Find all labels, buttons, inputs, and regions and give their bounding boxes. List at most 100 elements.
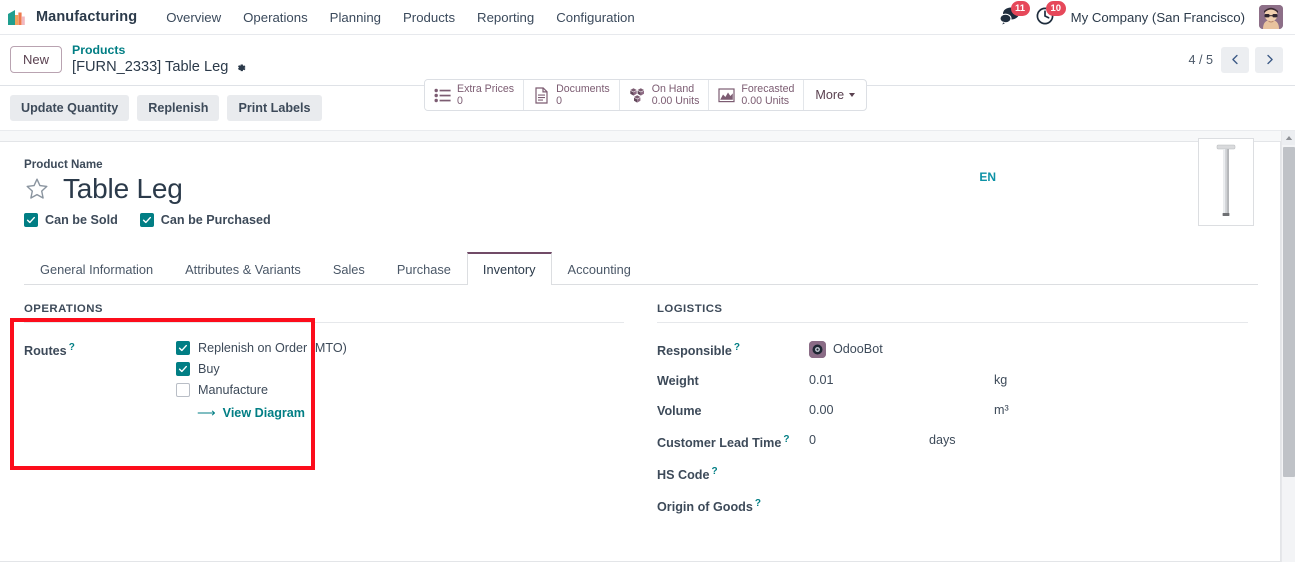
responsible-label: Responsible? (657, 341, 740, 358)
stat-button-forecasted[interactable]: Forecasted 0.00 Units (709, 80, 805, 110)
checkbox-checked-icon (24, 212, 38, 227)
stat-value-forecasted: 0.00 Units (741, 95, 790, 107)
manufacturing-bars-icon (8, 9, 28, 26)
help-tooltip-icon[interactable]: ? (711, 466, 717, 477)
tab-general-information[interactable]: General Information (24, 253, 169, 285)
breadcrumb-parent-products[interactable]: Products (72, 43, 247, 58)
control-panel: New Products [FURN_2333] Table Leg Extra… (0, 35, 1295, 111)
area-chart-icon (718, 87, 736, 104)
routes-label: Routes? (24, 341, 75, 358)
company-switcher[interactable]: My Company (San Francisco) (1071, 10, 1245, 25)
app-brand[interactable]: Manufacturing (8, 9, 137, 26)
menu-item-operations[interactable]: Operations (232, 5, 319, 30)
menu-item-configuration[interactable]: Configuration (545, 5, 645, 30)
stat-buttons-group: Extra Prices 0 Documents 0 On Hand 0.00 … (424, 79, 868, 111)
user-avatar[interactable] (1259, 5, 1283, 29)
operations-section-title: OPERATIONS (24, 303, 624, 323)
routes-field-row: Routes? Replenish on Order (MTO) Buy Man… (24, 340, 631, 420)
activities-button[interactable]: 10 (1035, 1, 1066, 28)
new-button[interactable]: New (10, 46, 63, 74)
breadcrumb-current-label: [FURN_2333] Table Leg (72, 59, 229, 76)
vertical-scrollbar[interactable] (1281, 130, 1295, 562)
volume-value[interactable]: 0.00 (809, 403, 994, 417)
list-icon (434, 87, 451, 104)
help-tooltip-icon[interactable]: ? (755, 498, 761, 509)
routes-options: Replenish on Order (MTO) Buy Manufacture (176, 340, 347, 420)
app-name: Manufacturing (36, 9, 138, 25)
help-tooltip-icon[interactable]: ? (734, 342, 740, 353)
help-tooltip-icon[interactable]: ? (69, 342, 75, 353)
logistics-section-title: LOGISTICS (657, 303, 1248, 323)
pager-previous-button[interactable] (1221, 46, 1249, 73)
stat-label-documents: Documents (556, 82, 610, 95)
help-tooltip-icon[interactable]: ? (783, 434, 789, 445)
menu-item-overview[interactable]: Overview (155, 5, 232, 30)
customer-lead-time-value[interactable]: 0 (809, 433, 929, 447)
product-form-sheet: Product Name Table Leg Can be Sold Can b… (0, 137, 1281, 562)
route-checkbox-mto[interactable]: Replenish on Order (MTO) (176, 340, 347, 355)
update-quantity-button[interactable]: Update Quantity (10, 94, 130, 121)
arrow-right-icon: ⟶ (197, 405, 216, 421)
weight-value[interactable]: 0.01 (809, 373, 994, 387)
replenish-button[interactable]: Replenish (137, 94, 220, 121)
weight-label: Weight (657, 373, 699, 388)
inventory-tab-content: OPERATIONS Routes? Replenish on Order (M… (24, 285, 1258, 530)
menu-item-reporting[interactable]: Reporting (466, 5, 545, 30)
checkbox-checked-icon (176, 361, 190, 376)
can-be-sold-checkbox[interactable]: Can be Sold (24, 212, 118, 227)
star-outline-icon[interactable] (24, 176, 50, 202)
scroll-up-button[interactable] (1282, 130, 1295, 145)
breadcrumb: Products [FURN_2333] Table Leg (72, 43, 247, 77)
route-checkbox-buy[interactable]: Buy (176, 361, 347, 376)
stat-button-extra-prices[interactable]: Extra Prices 0 (425, 80, 525, 110)
checkbox-unchecked-icon (176, 382, 190, 397)
stat-button-documents[interactable]: Documents 0 (524, 80, 620, 110)
weight-field-row: Weight 0.01 kg (657, 373, 1248, 388)
navbar-right: 11 10 My Company (San Francisco) (999, 1, 1285, 29)
chevron-down-icon (849, 93, 856, 97)
volume-field-row: Volume 0.00 m³ (657, 403, 1248, 418)
product-image[interactable] (1198, 137, 1254, 226)
hs-code-field-row: HS Code? (657, 465, 1248, 482)
checkbox-checked-icon (176, 340, 190, 355)
menu-item-planning[interactable]: Planning (319, 5, 392, 30)
print-labels-button[interactable]: Print Labels (227, 94, 322, 121)
origin-of-goods-field-row: Origin of Goods? (657, 497, 1248, 514)
tab-purchase[interactable]: Purchase (381, 253, 467, 285)
can-be-purchased-checkbox[interactable]: Can be Purchased (139, 212, 271, 227)
stat-label-forecasted: Forecasted (741, 82, 795, 95)
messages-button[interactable]: 11 (999, 1, 1030, 28)
activities-badge: 10 (1046, 1, 1066, 16)
pager-next-button[interactable] (1255, 46, 1283, 73)
gear-icon[interactable] (235, 61, 247, 73)
checkbox-checked-icon (139, 212, 154, 227)
form-notebook-tabs: General Information Attributes & Variant… (24, 251, 1258, 285)
customer-lead-time-label: Customer Lead Time? (657, 433, 790, 450)
language-badge[interactable]: EN (979, 170, 996, 184)
scrollbar-thumb[interactable] (1283, 146, 1295, 477)
tab-inventory[interactable]: Inventory (466, 251, 552, 285)
product-flags-row: Can be Sold Can be Purchased (24, 212, 1258, 227)
tab-accounting[interactable]: Accounting (552, 253, 647, 285)
route-checkbox-manufacture[interactable]: Manufacture (176, 382, 347, 397)
responsible-value[interactable]: OdooBot (809, 340, 883, 358)
view-diagram-link[interactable]: ⟶ View Diagram (197, 406, 347, 420)
customer-lead-time-field-row: Customer Lead Time? 0 days (657, 433, 1248, 450)
can-be-sold-label: Can be Sold (45, 212, 118, 227)
breadcrumb-current: [FURN_2333] Table Leg (72, 58, 247, 76)
product-name-label: Product Name (24, 157, 103, 171)
stat-button-on-hand[interactable]: On Hand 0.00 Units (619, 80, 710, 110)
odoobot-avatar (809, 340, 826, 358)
can-be-purchased-label: Can be Purchased (160, 212, 271, 227)
route-label-mto: Replenish on Order (MTO) (198, 340, 347, 355)
stat-label-extra-prices: Extra Prices (457, 82, 515, 95)
menu-item-products[interactable]: Products (392, 5, 466, 30)
tab-attributes-variants[interactable]: Attributes & Variants (169, 253, 317, 285)
tab-sales[interactable]: Sales (317, 253, 381, 285)
logistics-section: LOGISTICS Responsible? OdooBot Weight 0.… (641, 303, 1258, 530)
messages-badge: 11 (1010, 1, 1030, 16)
record-pager: 4 / 5 (1188, 46, 1283, 73)
route-label-buy: Buy (198, 361, 220, 376)
stat-value-extra-prices: 0 (457, 95, 463, 107)
more-stat-buttons-dropdown[interactable]: More (804, 80, 866, 110)
